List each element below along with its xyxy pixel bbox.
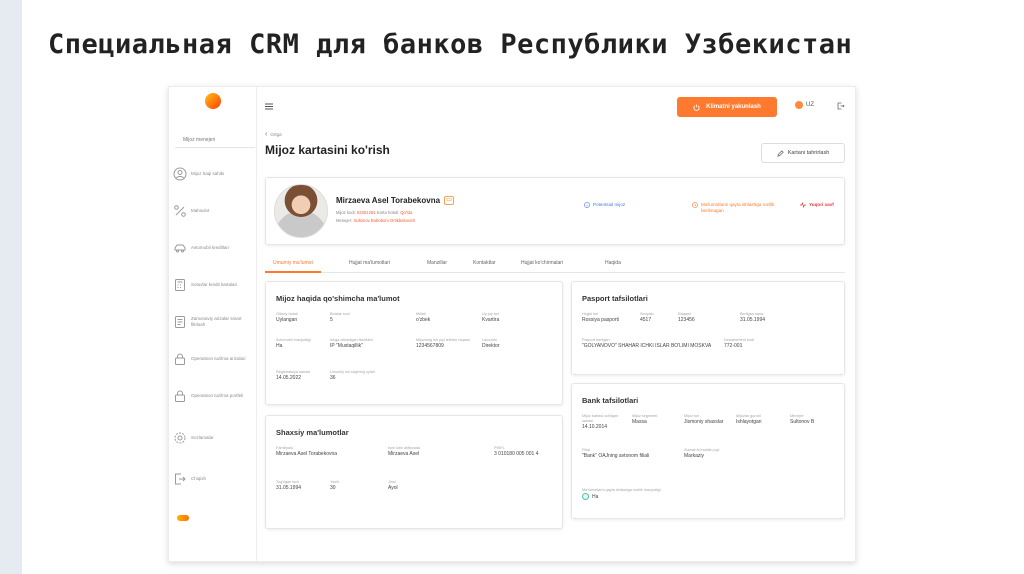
status-potential-client: Potentsial mijoz — [584, 202, 625, 208]
tab-general-info[interactable]: Umumiy ma'lumot — [265, 257, 321, 273]
field-segment: Mijoz segmenti Massa — [632, 414, 658, 425]
field-age: Yoshi 30 — [330, 480, 340, 491]
field-work-phone: Mijozning ish joyi telefon raqami 1234567… — [416, 338, 470, 349]
consent-radio[interactable]: Ha — [582, 493, 682, 500]
clock-icon — [692, 202, 698, 208]
tab-contacts[interactable]: Kontaktlar — [473, 257, 496, 273]
sidebar-item-operational-applications[interactable]: Operatsion tuzilma arizalari — [173, 352, 253, 366]
field-branch: Filial "Bank" OAJning avtonom filiali — [582, 448, 650, 459]
document-icon — [173, 315, 187, 329]
pencil-icon — [777, 149, 784, 157]
field-consent: Ma'lumotlarni qayta ishlashga rozilik ma… — [582, 488, 682, 500]
client-name: Mirzaeva Asel Torabekovna ▭ — [336, 196, 455, 205]
bank-details-card: Bank tafsilotlari Mijoz kartasi ochilgan… — [571, 383, 845, 519]
exit-icon[interactable] — [837, 102, 845, 110]
field-issue-date: Berilgan sana 31.05.1994 — [740, 312, 766, 323]
field-birth-date: Tug'ilgan kuni 31.05.1994 — [276, 480, 302, 491]
field-employer: Ishga olinadigan tashkilot IP "Mustaqilli… — [330, 338, 373, 349]
gear-icon — [173, 431, 187, 445]
pulse-icon — [800, 202, 806, 208]
field-work-experience: Umumiy ish stajining oylari 36 — [330, 370, 375, 381]
field-position: Lavozimi Direktor — [482, 338, 500, 349]
field-document-type: Hujjat turi Rossiya pasporti — [582, 312, 619, 323]
field-registration-date: Registratsiya sanasi 14.05.2022 — [276, 370, 310, 381]
field-issued-by: Pasport berilgan "GOLYANOVO" SHAHAR ICHKI… — [582, 338, 712, 349]
car-icon — [173, 241, 187, 255]
field-car: Avtomobil mavjudligi Ha — [276, 338, 311, 349]
power-icon — [693, 103, 700, 111]
card-title: Mijoz haqida qo'shimcha ma'lumot — [276, 294, 400, 303]
sidebar-item-operational-portfolio[interactable]: Operatsion tuzilma portfeli — [173, 389, 253, 403]
client-profile-card: Mirzaeva Asel Torabekovna ▭ Mijoz kodi: … — [265, 177, 845, 245]
percent-icon — [173, 204, 187, 218]
field-full-name: Familiyasi Mirzaeva Asel Torabekovna — [276, 446, 338, 457]
back-link[interactable]: ‹ Ortga — [265, 131, 282, 138]
field-series: Seriyasi 4517 — [640, 312, 654, 323]
tab-about[interactable]: Haqida — [605, 257, 621, 273]
field-children: Bolalar soni 5 — [330, 312, 350, 323]
tab-document-info[interactable]: Hujjat ma'lumotlari — [349, 257, 390, 273]
briefcase-icon[interactable]: ▭ — [444, 196, 455, 205]
globe-icon — [795, 101, 803, 109]
tab-document-copies[interactable]: Hujjat ko'chirmalari — [521, 257, 563, 273]
field-client-type: Mijoz turi Jismoniy shaxslar — [684, 414, 724, 425]
sidebar-item-credit-cards[interactable]: Sotuvlar kredit kartalari — [173, 278, 253, 292]
main-content: Klimatni yakunlash UZ ‹ Ortga Mijoz kart… — [257, 87, 855, 561]
crm-window: Mijoz menejeri Mijoz haqi sahibi Mahsulo… — [168, 86, 856, 562]
user-circle-icon — [173, 167, 187, 181]
sidebar-item-auto-loans[interactable]: Avtomobil kreditlari — [173, 241, 253, 255]
field-manager: Menejer Sultonov B — [790, 414, 815, 425]
sidebar-item-products[interactable]: Mahsulot — [173, 204, 253, 218]
field-nationality: Millati o'zbek — [416, 312, 431, 323]
edit-card-button[interactable]: Kartani tahrirlash — [761, 143, 845, 163]
field-latin-name: Ismi lotin alifbosida Mirzaeva Asel — [388, 446, 421, 457]
field-housing: Uy-joy turi Kvartira — [482, 312, 500, 323]
client-code-line: Mijoz kodi: 53351261 Karta holati: Qo'ld… — [336, 210, 413, 215]
field-department-code: Departament kodi 772-001 — [724, 338, 754, 349]
status-no-consent: Ma'lumotlarni qayta ishlashga rozilik be… — [692, 202, 792, 214]
page-title: Mijoz kartasini ko'rish — [265, 143, 390, 157]
sidebar-role-label[interactable]: Mijoz menejeri — [175, 137, 255, 148]
lock-icon — [173, 352, 187, 366]
chevron-left-icon: ‹ — [265, 131, 268, 138]
field-client-group: Mijozlar guruhi Ishlayotgan — [736, 414, 762, 425]
slide-side-strip — [0, 0, 22, 574]
field-pinfl: PINFL 3 010180 005 001 4 — [494, 446, 539, 457]
client-avatar — [274, 184, 328, 238]
bank-logo-icon[interactable] — [205, 93, 221, 109]
end-session-button[interactable]: Klimatni yakunlash — [677, 97, 777, 117]
radio-indicator — [582, 493, 589, 500]
field-gender: Jinsi Ayol — [388, 480, 398, 491]
sidebar: Mijoz menejeri Mijoz haqi sahibi Mahsulo… — [169, 87, 257, 561]
lock-icon — [173, 389, 187, 403]
sidebar-item-logout[interactable]: Chiqish — [173, 472, 253, 486]
card-title: Bank tafsilotlari — [582, 396, 639, 405]
field-card-opened: Mijoz kartasi ochilgan sanasi 14.10.2014 — [582, 414, 619, 430]
menu-icon[interactable] — [265, 103, 273, 110]
personal-info-card: Shaxsiy ma'lumotlar Familiyasi Mirzaeva A… — [265, 415, 563, 529]
extra-info-card: Mijoz haqida qo'shimcha ma'lumot Oilaviy… — [265, 281, 563, 405]
language-flag-icon[interactable] — [177, 515, 189, 521]
sidebar-item-settings[interactable]: Sozlamalar — [173, 431, 253, 445]
tab-addresses[interactable]: Manzillar — [427, 257, 447, 273]
field-number: Raqami 123456 — [678, 312, 695, 323]
field-marital-status: Oilaviy holati Uylangan — [276, 312, 298, 323]
sidebar-item-clients[interactable]: Mijoz haqi sahibi — [173, 167, 253, 181]
card-title: Pasport tafsilotlari — [582, 294, 648, 303]
info-icon — [584, 202, 590, 208]
language-switcher[interactable]: UZ — [795, 101, 814, 109]
card-title: Shaxsiy ma'lumotlar — [276, 428, 349, 437]
status-high-risk: Yuqori xavf — [800, 202, 834, 208]
client-tabs: Umumiy ma'lumot Hujjat ma'lumotlari Manz… — [265, 257, 845, 273]
passport-card: Pasport tafsilotlari Hujjat turi Rossiya … — [571, 281, 845, 375]
sidebar-item-applications[interactable]: Zamonaviy arizalar smart filtrlash — [173, 315, 253, 329]
field-service-point: Xizmat ko'rsatish joyi Markaziy — [684, 448, 720, 459]
client-manager-line: Menejer: Sultonov Bobobom Ortikbekovich — [336, 218, 416, 223]
logout-icon — [173, 472, 187, 486]
slide-title: Специальная CRM для банков Республики Уз… — [48, 29, 853, 60]
calculator-icon — [173, 278, 187, 292]
